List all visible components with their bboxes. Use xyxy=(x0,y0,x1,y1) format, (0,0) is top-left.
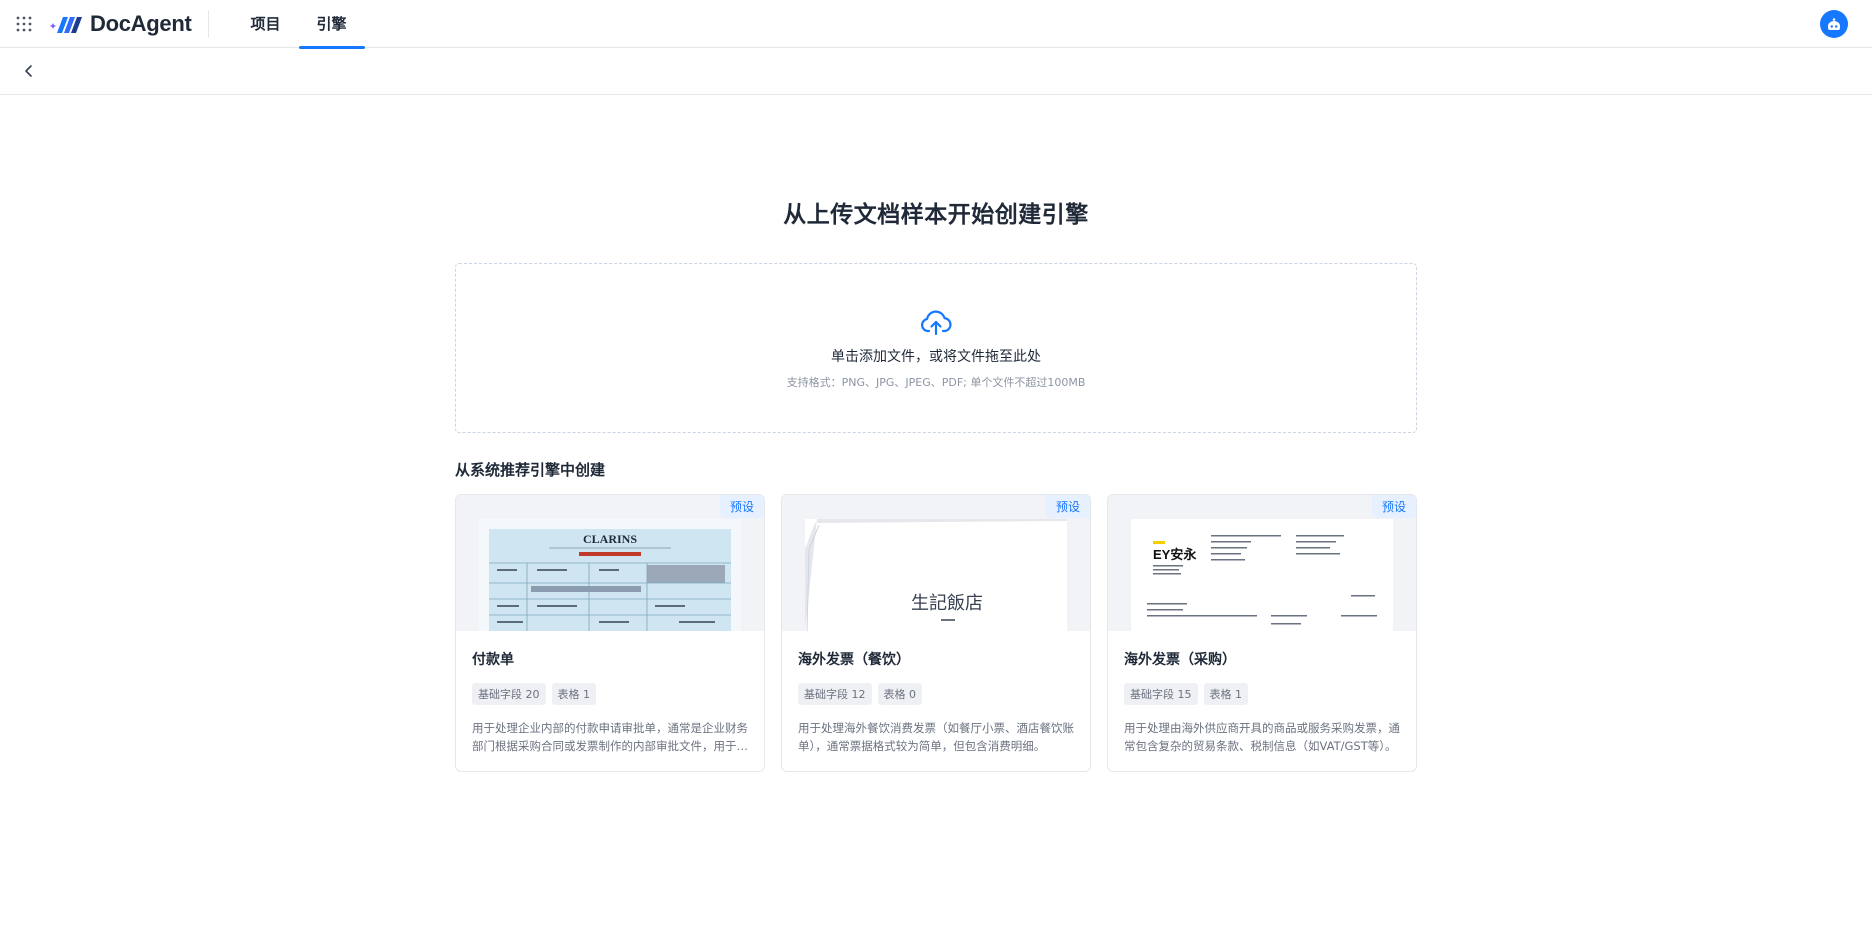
cloud-upload-icon xyxy=(919,306,953,340)
purchase-invoice-preview: EY安永 xyxy=(1131,519,1393,631)
payment-form-preview: CLARINS xyxy=(479,519,741,631)
robot-avatar-icon xyxy=(1828,18,1840,30)
tag-table-count: 表格 1 xyxy=(1203,683,1248,705)
thumb-restaurant-text: 生記飯店 xyxy=(911,593,983,614)
card-title: 海外发票（采购） xyxy=(1124,652,1236,668)
card-description: 用于处理海外餐饮消费发票（如餐厅小票、酒店餐饮账单），通常票据格式较为简单，但包… xyxy=(798,721,1074,753)
card-thumbnail: 预设 EY安永 xyxy=(1108,495,1416,631)
card-title: 海外发票（餐饮） xyxy=(798,652,910,668)
apps-grid-icon[interactable] xyxy=(0,0,48,48)
tag-field-count: 基础字段 20 xyxy=(472,683,546,705)
engine-card-payment-form[interactable]: 预设 CLARINS 付款单 基础字段 20 表格 1 用于处理企业内部的付款申… xyxy=(455,494,765,772)
back-button[interactable] xyxy=(0,48,58,95)
preset-badge: 预设 xyxy=(719,495,764,518)
upload-dropzone[interactable]: 单击添加文件，或将文件拖至此处 支持格式：PNG、JPG、JPEG、PDF; 单… xyxy=(455,263,1417,433)
card-thumbnail: 预设 CLARINS xyxy=(456,495,764,631)
card-tags: 基础字段 12 表格 0 xyxy=(798,683,1074,705)
engine-card-overseas-invoice-dining[interactable]: 预设 生記飯店 海外发票（餐饮） 基础字段 12 表格 0 用于处理海外餐饮消费… xyxy=(781,494,1091,772)
main-content: 从上传文档样本开始创建引擎 单击添加文件，或将文件拖至此处 支持格式：PNG、J… xyxy=(455,195,1417,772)
card-thumbnail: 预设 生記飯店 xyxy=(782,495,1090,631)
upload-instruction: 单击添加文件，或将文件拖至此处 xyxy=(831,349,1041,365)
preset-badge: 预设 xyxy=(1371,495,1416,518)
chevron-left-icon xyxy=(25,65,32,77)
tag-table-count: 表格 1 xyxy=(551,683,596,705)
tag-table-count: 表格 0 xyxy=(877,683,922,705)
engine-card-overseas-invoice-purchase[interactable]: 预设 EY安永 海外发票（采购） 基础字段 15 表格 1 用于处理由海外供应商… xyxy=(1107,494,1417,772)
section-title-recommended: 从系统推荐引擎中创建 xyxy=(455,461,606,479)
user-avatar[interactable] xyxy=(1820,10,1848,38)
thumb-brand-text: CLARINS xyxy=(583,532,637,546)
thumb-ey-logo-text: EY安永 xyxy=(1153,547,1197,562)
tag-field-count: 基础字段 15 xyxy=(1124,683,1198,705)
card-title: 付款单 xyxy=(472,652,514,668)
card-tags: 基础字段 15 表格 1 xyxy=(1124,683,1400,705)
engine-card-list: 预设 CLARINS 付款单 基础字段 20 表格 1 用于处理企业内部的付款申… xyxy=(455,494,1417,772)
nav-tab-projects[interactable]: 项目 xyxy=(233,0,299,48)
top-nav-bar: DocAgent 项目 引擎 xyxy=(0,0,1872,49)
card-tags: 基础字段 20 表格 1 xyxy=(472,683,748,705)
tag-field-count: 基础字段 12 xyxy=(798,683,872,705)
card-description: 用于处理由海外供应商开具的商品或服务采购发票，通常包含复杂的贸易条款、税制信息（… xyxy=(1124,721,1400,753)
dining-receipt-preview: 生記飯店 xyxy=(805,519,1067,631)
preset-badge: 预设 xyxy=(1045,495,1090,518)
sub-toolbar xyxy=(0,48,1872,95)
upload-format-hint: 支持格式：PNG、JPG、JPEG、PDF; 单个文件不超过100MB xyxy=(786,376,1086,389)
main-nav: 项目 引擎 xyxy=(233,0,365,49)
app-logo[interactable]: DocAgent xyxy=(48,9,209,38)
page-title: 从上传文档样本开始创建引擎 xyxy=(783,202,1089,228)
app-name: DocAgent xyxy=(90,10,192,36)
docagent-logo-icon xyxy=(50,16,82,33)
nav-tab-engines[interactable]: 引擎 xyxy=(298,0,365,49)
card-description: 用于处理企业内部的付款申请审批单，通常是企业财务部门根据采购合同或发票制作的内部… xyxy=(472,721,748,753)
